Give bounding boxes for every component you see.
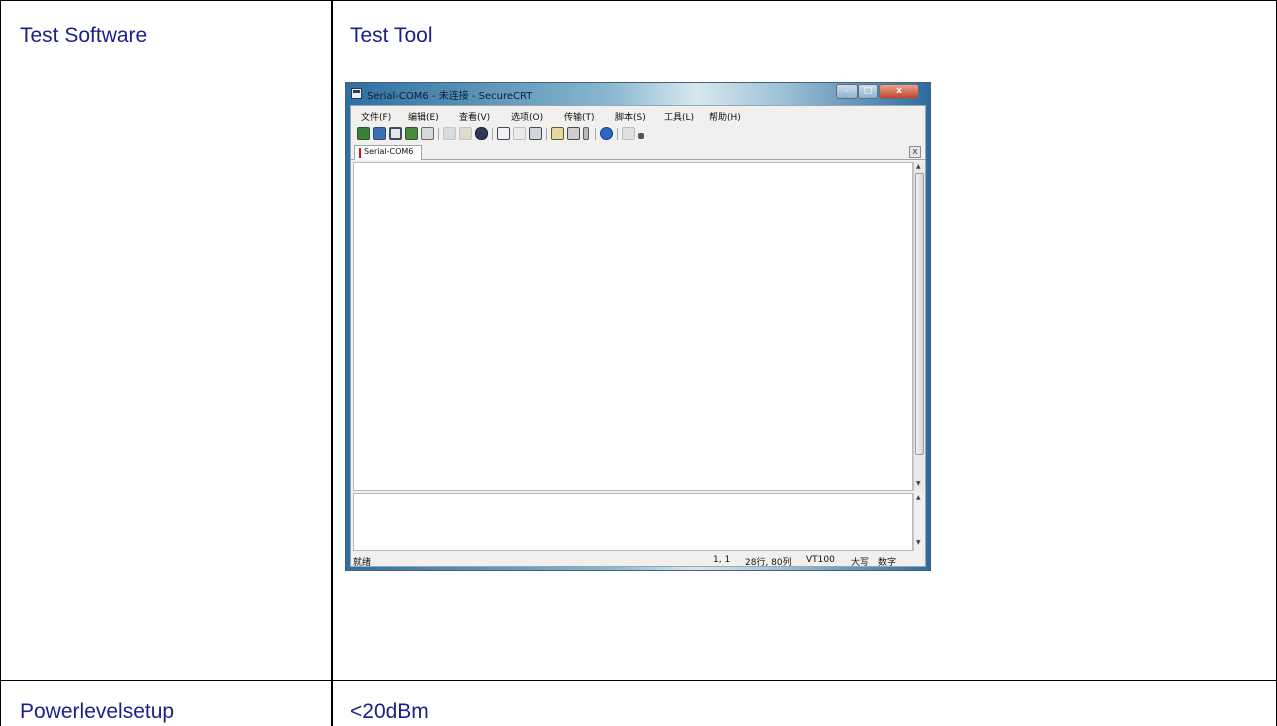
print-icon[interactable]: [497, 127, 510, 140]
menu-transfer[interactable]: 传输(T): [564, 110, 595, 123]
cell-powerlevelsetup: Powerlevelsetup: [20, 700, 175, 723]
session-tabstrip: Serial-COM6 x: [351, 144, 925, 160]
connect-tab-icon[interactable]: [389, 127, 402, 140]
command-window-scrollbar[interactable]: ▲ ▼: [913, 493, 925, 551]
menu-help[interactable]: 帮助(H): [709, 110, 741, 123]
status-num: 数字: [878, 558, 897, 568]
maximize-button[interactable]: □: [858, 84, 878, 99]
disconnect-icon[interactable]: [421, 127, 434, 140]
copy-icon[interactable]: [443, 127, 456, 140]
tab-close-button[interactable]: x: [909, 146, 921, 158]
session-options-icon[interactable]: [551, 127, 564, 140]
table-column-divider: [331, 0, 333, 726]
minimize-button[interactable]: –: [836, 84, 858, 99]
global-options-icon[interactable]: [567, 127, 580, 140]
toolbar-overflow-icon[interactable]: [638, 133, 644, 139]
tab-serial-com6[interactable]: Serial-COM6: [354, 145, 422, 160]
securecrt-window: Serial-COM6 - 未连接 - SecureCRT – □ x 文件(F…: [345, 82, 931, 571]
toolbar-separator: [546, 128, 547, 140]
scroll-down-icon[interactable]: ▼: [916, 539, 921, 546]
app-icon: [351, 88, 362, 99]
key-icon[interactable]: [583, 127, 589, 140]
menu-view[interactable]: 查看(V): [459, 110, 490, 123]
print-setup-icon[interactable]: [529, 127, 542, 140]
window-title: Serial-COM6 - 未连接 - SecureCRT: [367, 91, 533, 102]
title-bar[interactable]: Serial-COM6 - 未连接 - SecureCRT – □ x: [346, 83, 930, 105]
menu-edit[interactable]: 编辑(E): [408, 110, 439, 123]
toolbar: [351, 124, 925, 144]
connect-icon[interactable]: [357, 127, 370, 140]
cell-power-value: <20dBm: [350, 700, 429, 723]
menu-options[interactable]: 选项(O): [511, 110, 543, 123]
scrollbar-thumb[interactable]: [915, 173, 924, 455]
quick-connect-icon[interactable]: [373, 127, 386, 140]
table-row-divider: [0, 680, 1277, 681]
tab-label: Serial-COM6: [364, 147, 414, 156]
terminal-scrollbar[interactable]: ▲ ▼: [913, 162, 925, 491]
print-selection-icon[interactable]: [513, 127, 526, 140]
menu-script[interactable]: 脚本(S): [615, 110, 646, 123]
paste-icon[interactable]: [459, 127, 472, 140]
map-keys-icon[interactable]: [622, 127, 635, 140]
scroll-up-icon[interactable]: ▲: [916, 163, 921, 170]
client-area: 文件(F) 编辑(E) 查看(V) 选项(O) 传输(T) 脚本(S) 工具(L…: [350, 105, 926, 568]
cell-test-tool: Test Tool: [350, 24, 433, 47]
toolbar-separator: [617, 128, 618, 140]
reconnect-icon[interactable]: [405, 127, 418, 140]
toolbar-separator: [492, 128, 493, 140]
command-window[interactable]: [353, 493, 913, 551]
toolbar-separator: [438, 128, 439, 140]
scroll-down-icon[interactable]: ▼: [916, 480, 921, 487]
status-ready: 就绪: [353, 558, 372, 568]
table-border-left: [0, 0, 1, 726]
close-button[interactable]: x: [879, 84, 919, 99]
help-icon[interactable]: [600, 127, 613, 140]
status-terminal-size: 28行, 80列: [745, 558, 792, 568]
menu-tools[interactable]: 工具(L): [664, 110, 694, 123]
status-emulation: VT100: [806, 555, 835, 565]
disconnected-indicator-icon: [359, 148, 361, 158]
status-caps: 大写: [851, 558, 870, 568]
toolbar-separator: [595, 128, 596, 140]
menu-bar: 文件(F) 编辑(E) 查看(V) 选项(O) 传输(T) 脚本(S) 工具(L…: [351, 106, 925, 124]
scroll-up-icon[interactable]: ▲: [916, 494, 921, 501]
find-icon[interactable]: [475, 127, 488, 140]
status-bar: 就绪 1, 1 28行, 80列 VT100 大写 数字: [351, 553, 925, 568]
table-border-top: [0, 0, 1277, 1]
status-cursor-position: 1, 1: [713, 555, 731, 565]
menu-file[interactable]: 文件(F): [361, 110, 391, 123]
terminal-area[interactable]: [353, 162, 913, 491]
cell-test-software: Test Software: [20, 24, 148, 47]
